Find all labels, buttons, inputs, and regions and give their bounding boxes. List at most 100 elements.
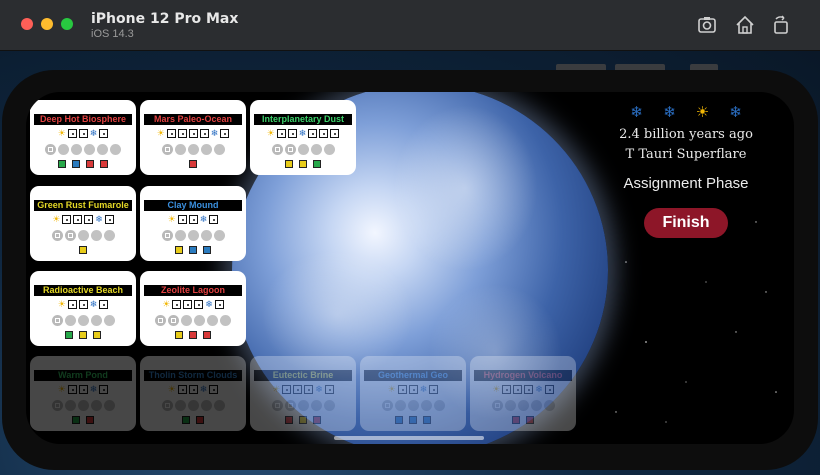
slot-circle[interactable]	[64, 399, 76, 411]
die-icon	[62, 214, 72, 224]
slot-circle[interactable]	[161, 399, 173, 411]
slot-circle[interactable]	[161, 143, 173, 155]
die-icon	[408, 384, 418, 394]
slot-circle[interactable]	[155, 314, 166, 326]
slot-circle[interactable]	[77, 229, 89, 241]
slot-circle[interactable]	[433, 399, 445, 411]
slot-circle[interactable]	[168, 314, 179, 326]
resource-square	[203, 330, 211, 339]
home-icon[interactable]	[734, 14, 756, 36]
slot-circle[interactable]	[110, 143, 121, 155]
slot-circle[interactable]	[407, 399, 419, 411]
slot-circle[interactable]	[90, 229, 102, 241]
slot-circle[interactable]	[271, 399, 283, 411]
slot-circle[interactable]	[194, 314, 205, 326]
slot-circle[interactable]	[97, 143, 108, 155]
habitat-card[interactable]: Radioactive Beach ☀ ❄	[30, 271, 136, 346]
slot-circle[interactable]	[51, 229, 63, 241]
slot-circle[interactable]	[90, 399, 102, 411]
slot-circle[interactable]	[174, 229, 186, 241]
slot-circle[interactable]	[420, 399, 432, 411]
slot-circle[interactable]	[77, 314, 89, 326]
habitat-card[interactable]: Deep Hot Biosphere ☀ ❄	[30, 100, 136, 175]
dice-row: ☀ ❄	[140, 298, 246, 310]
slot-circle[interactable]	[310, 143, 322, 155]
slot-circle[interactable]	[297, 143, 309, 155]
snowflake-icon: ❄	[298, 128, 307, 138]
slot-circle[interactable]	[90, 314, 102, 326]
slot-circle[interactable]	[207, 314, 218, 326]
habitat-card[interactable]: Eutectic Brine ☀ ❄	[250, 356, 356, 431]
slot-circle[interactable]	[310, 399, 322, 411]
slot-circle[interactable]	[543, 399, 555, 411]
home-indicator[interactable]	[334, 436, 484, 440]
slot-circle[interactable]	[77, 399, 89, 411]
snowflake-icon: ❄	[205, 299, 213, 309]
habitat-card[interactable]: Mars Paleo-Ocean ☀ ❄	[140, 100, 246, 175]
slot-circle[interactable]	[84, 143, 95, 155]
resource-square	[189, 330, 197, 339]
habitat-card[interactable]: Clay Mound ☀ ❄	[140, 186, 246, 261]
slot-circle[interactable]	[323, 399, 335, 411]
slot-circle[interactable]	[103, 399, 115, 411]
time-label: 2.4 billion years ago	[619, 127, 753, 142]
resource-row	[30, 245, 136, 254]
slot-circle[interactable]	[174, 143, 186, 155]
minimize-window-button[interactable]	[41, 18, 53, 30]
slot-circle[interactable]	[213, 229, 225, 241]
slot-circle[interactable]	[64, 229, 76, 241]
slot-circle[interactable]	[530, 399, 542, 411]
slot-circle[interactable]	[187, 143, 199, 155]
resource-square	[189, 245, 197, 254]
slot-circle[interactable]	[200, 229, 212, 241]
slot-circle[interactable]	[220, 314, 231, 326]
slot-circle[interactable]	[200, 143, 212, 155]
slot-circle[interactable]	[174, 399, 186, 411]
habitat-card[interactable]: Zeolite Lagoon ☀ ❄	[140, 271, 246, 346]
zoom-window-button[interactable]	[61, 18, 73, 30]
habitat-card[interactable]: Hydrogen Volcano ☀ ❄	[470, 356, 576, 431]
habitat-card[interactable]: Tholin Storm Clouds ☀ ❄	[140, 356, 246, 431]
slot-circle[interactable]	[491, 399, 503, 411]
slot-circle[interactable]	[103, 314, 115, 326]
slot-circle[interactable]	[161, 229, 173, 241]
die-icon	[209, 214, 219, 224]
slot-circle[interactable]	[45, 143, 56, 155]
dice-row: ☀ ❄	[250, 383, 356, 395]
die-icon	[214, 299, 224, 309]
slot-circle[interactable]	[58, 143, 69, 155]
slot-circle[interactable]	[181, 314, 192, 326]
screenshot-icon[interactable]	[696, 14, 718, 36]
rotate-icon[interactable]	[770, 14, 792, 36]
slot-circle[interactable]	[200, 399, 212, 411]
slot-circle[interactable]	[517, 399, 529, 411]
die-icon	[287, 128, 297, 138]
slot-circle[interactable]	[213, 399, 225, 411]
slot-circle[interactable]	[284, 399, 296, 411]
habitat-card[interactable]: Warm Pond ☀ ❄	[30, 356, 136, 431]
dice-row: ☀ ❄	[140, 127, 246, 139]
die-icon	[183, 299, 193, 309]
slot-circle[interactable]	[103, 229, 115, 241]
slot-circle[interactable]	[284, 143, 296, 155]
slot-circle[interactable]	[271, 143, 283, 155]
habitat-card[interactable]: Green Rust Fumarole ☀ ❄	[30, 186, 136, 261]
slot-circle[interactable]	[297, 399, 309, 411]
slot-circle[interactable]	[64, 314, 76, 326]
slot-circle[interactable]	[394, 399, 406, 411]
die-icon	[524, 384, 534, 394]
slot-circle[interactable]	[51, 314, 63, 326]
slot-circle[interactable]	[187, 229, 199, 241]
habitat-card[interactable]: Geothermal Geo ☀ ❄	[360, 356, 466, 431]
finish-button[interactable]: Finish	[644, 208, 728, 238]
habitat-card[interactable]: Interplanetary Dust ☀ ❄	[250, 100, 356, 175]
close-window-button[interactable]	[21, 18, 33, 30]
slot-circle[interactable]	[504, 399, 516, 411]
slot-circle[interactable]	[187, 399, 199, 411]
slot-circle[interactable]	[51, 399, 63, 411]
slot-circle[interactable]	[381, 399, 393, 411]
slot-circle[interactable]	[71, 143, 82, 155]
slot-circle[interactable]	[213, 143, 225, 155]
slot-circle[interactable]	[323, 143, 335, 155]
sun-icon: ☀	[272, 384, 281, 394]
